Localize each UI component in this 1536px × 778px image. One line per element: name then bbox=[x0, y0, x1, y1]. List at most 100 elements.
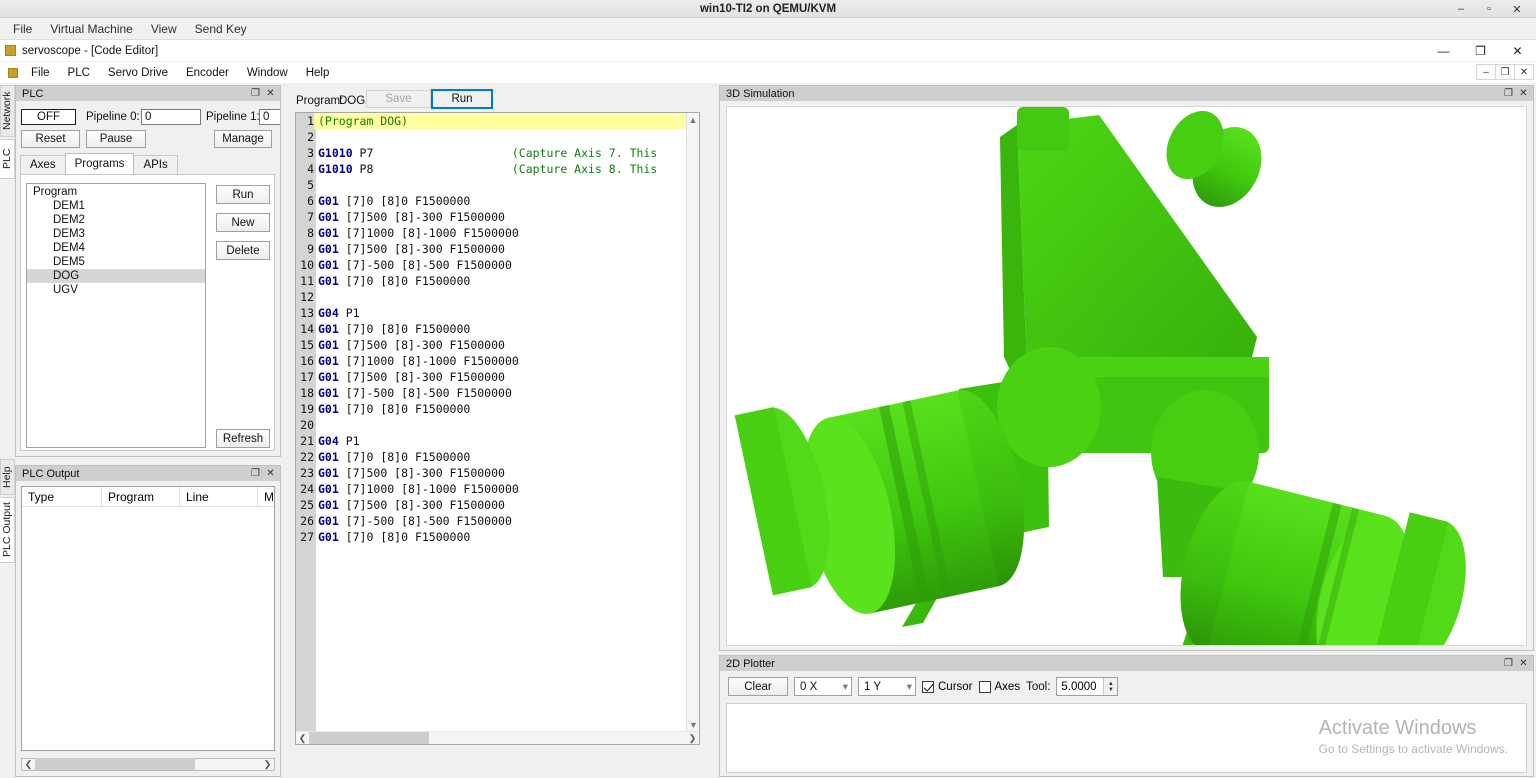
app-menu-plc[interactable]: PLC bbox=[59, 65, 99, 81]
app-minimize-icon[interactable]: — bbox=[1425, 40, 1462, 62]
mdi-restore-icon[interactable]: ❐ bbox=[1495, 64, 1515, 80]
code-line[interactable]: 4G1010 P8 (Capture Axis 8. This bbox=[296, 161, 699, 177]
code-line[interactable]: 24G01 [7]1000 [8]-1000 F1500000 bbox=[296, 481, 699, 497]
app-close-icon[interactable]: ✕ bbox=[1499, 40, 1536, 62]
plc-output-grid[interactable]: Type Program Line M bbox=[21, 486, 275, 751]
code-line[interactable]: 17G01 [7]500 [8]-300 F1500000 bbox=[296, 369, 699, 385]
code-editor-hscroll-track[interactable] bbox=[309, 732, 686, 745]
plc-power-toggle-button[interactable]: OFF bbox=[21, 109, 76, 125]
sim3d-viewport[interactable] bbox=[726, 106, 1527, 646]
code-line[interactable]: 9G01 [7]500 [8]-300 F1500000 bbox=[296, 241, 699, 257]
list-item[interactable]: DEM2 bbox=[27, 213, 205, 227]
programs-listbox[interactable]: Program DEM1 DEM2 DEM3 DEM4 DEM5 DOG UGV bbox=[26, 183, 206, 448]
scroll-left-icon[interactable]: ❮ bbox=[296, 732, 309, 745]
plc-output-hscrollbar[interactable]: ❮ ❯ bbox=[21, 758, 275, 771]
program-delete-button[interactable]: Delete bbox=[216, 241, 270, 260]
plot-canvas[interactable]: Activate Windows Go to Settings to activ… bbox=[726, 703, 1527, 773]
code-line[interactable]: 22G01 [7]0 [8]0 F1500000 bbox=[296, 449, 699, 465]
mdi-close-icon[interactable]: ✕ bbox=[1514, 64, 1534, 80]
code-editor-textarea[interactable]: 1(Program DOG)23G1010 P7 (Capture Axis 7… bbox=[295, 112, 700, 745]
program-run-button[interactable]: Run bbox=[216, 185, 270, 204]
list-item[interactable]: DEM4 bbox=[27, 241, 205, 255]
plotter-close-icon[interactable]: ✕ bbox=[1516, 657, 1531, 671]
scroll-right-icon[interactable]: ❯ bbox=[686, 732, 699, 745]
code-line[interactable]: 3G1010 P7 (Capture Axis 7. This bbox=[296, 145, 699, 161]
code-line[interactable]: 20 bbox=[296, 417, 699, 433]
vtab-help[interactable]: Help bbox=[0, 459, 15, 495]
plot-y-select[interactable]: 1 Y ▾ bbox=[858, 677, 916, 696]
list-item[interactable]: DEM1 bbox=[27, 199, 205, 213]
plot-tool-spinner[interactable]: 5.0000 ▲▼ bbox=[1056, 677, 1118, 696]
code-line[interactable]: 11G01 [7]0 [8]0 F1500000 bbox=[296, 273, 699, 289]
mdi-minimize-icon[interactable]: – bbox=[1476, 64, 1496, 80]
scroll-up-icon[interactable]: ▲ bbox=[687, 113, 699, 126]
qemu-menu-virtual-machine[interactable]: Virtual Machine bbox=[42, 20, 141, 38]
qemu-menu-file[interactable]: File bbox=[5, 20, 40, 38]
app-menu-encoder[interactable]: Encoder bbox=[177, 65, 238, 81]
app-menu-file[interactable]: File bbox=[22, 65, 59, 81]
plot-x-select[interactable]: 0 X ▾ bbox=[794, 677, 852, 696]
spinner-arrows-icon[interactable]: ▲▼ bbox=[1103, 678, 1117, 695]
vtab-plc[interactable]: PLC bbox=[0, 139, 15, 179]
pipeline0-input[interactable]: 0 bbox=[141, 109, 201, 125]
editor-run-button[interactable]: Run bbox=[431, 89, 493, 109]
code-line[interactable]: 16G01 [7]1000 [8]-1000 F1500000 bbox=[296, 353, 699, 369]
code-line[interactable]: 21G04 P1 bbox=[296, 433, 699, 449]
code-line[interactable]: 18G01 [7]-500 [8]-500 F1500000 bbox=[296, 385, 699, 401]
plc-reset-button[interactable]: Reset bbox=[21, 130, 80, 148]
program-new-button[interactable]: New bbox=[216, 213, 270, 232]
pipeline1-input[interactable]: 0 bbox=[259, 109, 281, 125]
plc-output-close-icon[interactable]: ✕ bbox=[263, 467, 278, 481]
code-line[interactable]: 27G01 [7]0 [8]0 F1500000 bbox=[296, 529, 699, 545]
code-editor-vscrollbar[interactable]: ▲ ▼ bbox=[686, 113, 699, 731]
plot-cursor-checkbox[interactable]: Cursor bbox=[922, 681, 973, 693]
program-refresh-button[interactable]: Refresh bbox=[216, 429, 270, 448]
plc-pause-button[interactable]: Pause bbox=[86, 130, 146, 148]
plc-output-hscroll-thumb[interactable] bbox=[35, 758, 195, 770]
code-line[interactable]: 13G04 P1 bbox=[296, 305, 699, 321]
plc-output-hscroll-track[interactable] bbox=[35, 758, 261, 771]
plc-output-float-icon[interactable]: ❐ bbox=[248, 467, 263, 481]
vtab-plc-output[interactable]: PLC Output bbox=[0, 497, 15, 563]
scroll-left-icon[interactable]: ❮ bbox=[22, 758, 35, 771]
scroll-right-icon[interactable]: ❯ bbox=[261, 758, 274, 771]
sim3d-float-icon[interactable]: ❐ bbox=[1501, 87, 1516, 101]
plc-manage-button[interactable]: Manage bbox=[214, 130, 272, 148]
app-menu-help[interactable]: Help bbox=[297, 65, 339, 81]
code-line[interactable]: 14G01 [7]0 [8]0 F1500000 bbox=[296, 321, 699, 337]
list-item[interactable]: UGV bbox=[27, 283, 205, 297]
plotter-float-icon[interactable]: ❐ bbox=[1501, 657, 1516, 671]
code-line[interactable]: 7G01 [7]500 [8]-300 F1500000 bbox=[296, 209, 699, 225]
vtab-network[interactable]: Network bbox=[0, 85, 15, 137]
list-item[interactable]: DEM3 bbox=[27, 227, 205, 241]
app-maximize-icon[interactable]: ❐ bbox=[1462, 40, 1499, 62]
code-line[interactable]: 5 bbox=[296, 177, 699, 193]
code-line[interactable]: 15G01 [7]500 [8]-300 F1500000 bbox=[296, 337, 699, 353]
list-item[interactable]: DEM5 bbox=[27, 255, 205, 269]
sim3d-close-icon[interactable]: ✕ bbox=[1516, 87, 1531, 101]
plot-tool-value[interactable]: 5.0000 bbox=[1057, 678, 1103, 695]
code-line[interactable]: 23G01 [7]500 [8]-300 F1500000 bbox=[296, 465, 699, 481]
code-editor-hscrollbar[interactable]: ❮ ❯ bbox=[296, 731, 699, 744]
app-menu-servo-drive[interactable]: Servo Drive bbox=[99, 65, 177, 81]
qemu-close-icon[interactable]: ✕ bbox=[1510, 3, 1524, 16]
qemu-minimize-icon[interactable]: – bbox=[1454, 3, 1468, 15]
qemu-menu-view[interactable]: View bbox=[143, 20, 185, 38]
scroll-down-icon[interactable]: ▼ bbox=[687, 718, 700, 731]
tab-programs[interactable]: Programs bbox=[65, 153, 135, 174]
qemu-menu-send-key[interactable]: Send Key bbox=[187, 20, 255, 38]
checkbox-icon-checked[interactable] bbox=[922, 681, 934, 693]
list-item-dog-selected[interactable]: DOG bbox=[27, 269, 205, 283]
code-line[interactable]: 12 bbox=[296, 289, 699, 305]
editor-save-button[interactable]: Save bbox=[366, 90, 431, 108]
code-line[interactable]: 19G01 [7]0 [8]0 F1500000 bbox=[296, 401, 699, 417]
checkbox-icon-unchecked[interactable] bbox=[979, 681, 991, 693]
code-line[interactable]: 10G01 [7]-500 [8]-500 F1500000 bbox=[296, 257, 699, 273]
code-editor-hscroll-thumb[interactable] bbox=[309, 732, 429, 744]
code-line[interactable]: 1(Program DOG) bbox=[296, 113, 699, 129]
code-line[interactable]: 2 bbox=[296, 129, 699, 145]
code-line[interactable]: 6G01 [7]0 [8]0 F1500000 bbox=[296, 193, 699, 209]
code-line[interactable]: 8G01 [7]1000 [8]-1000 F1500000 bbox=[296, 225, 699, 241]
app-menu-window[interactable]: Window bbox=[238, 65, 297, 81]
tab-axes[interactable]: Axes bbox=[20, 155, 66, 174]
